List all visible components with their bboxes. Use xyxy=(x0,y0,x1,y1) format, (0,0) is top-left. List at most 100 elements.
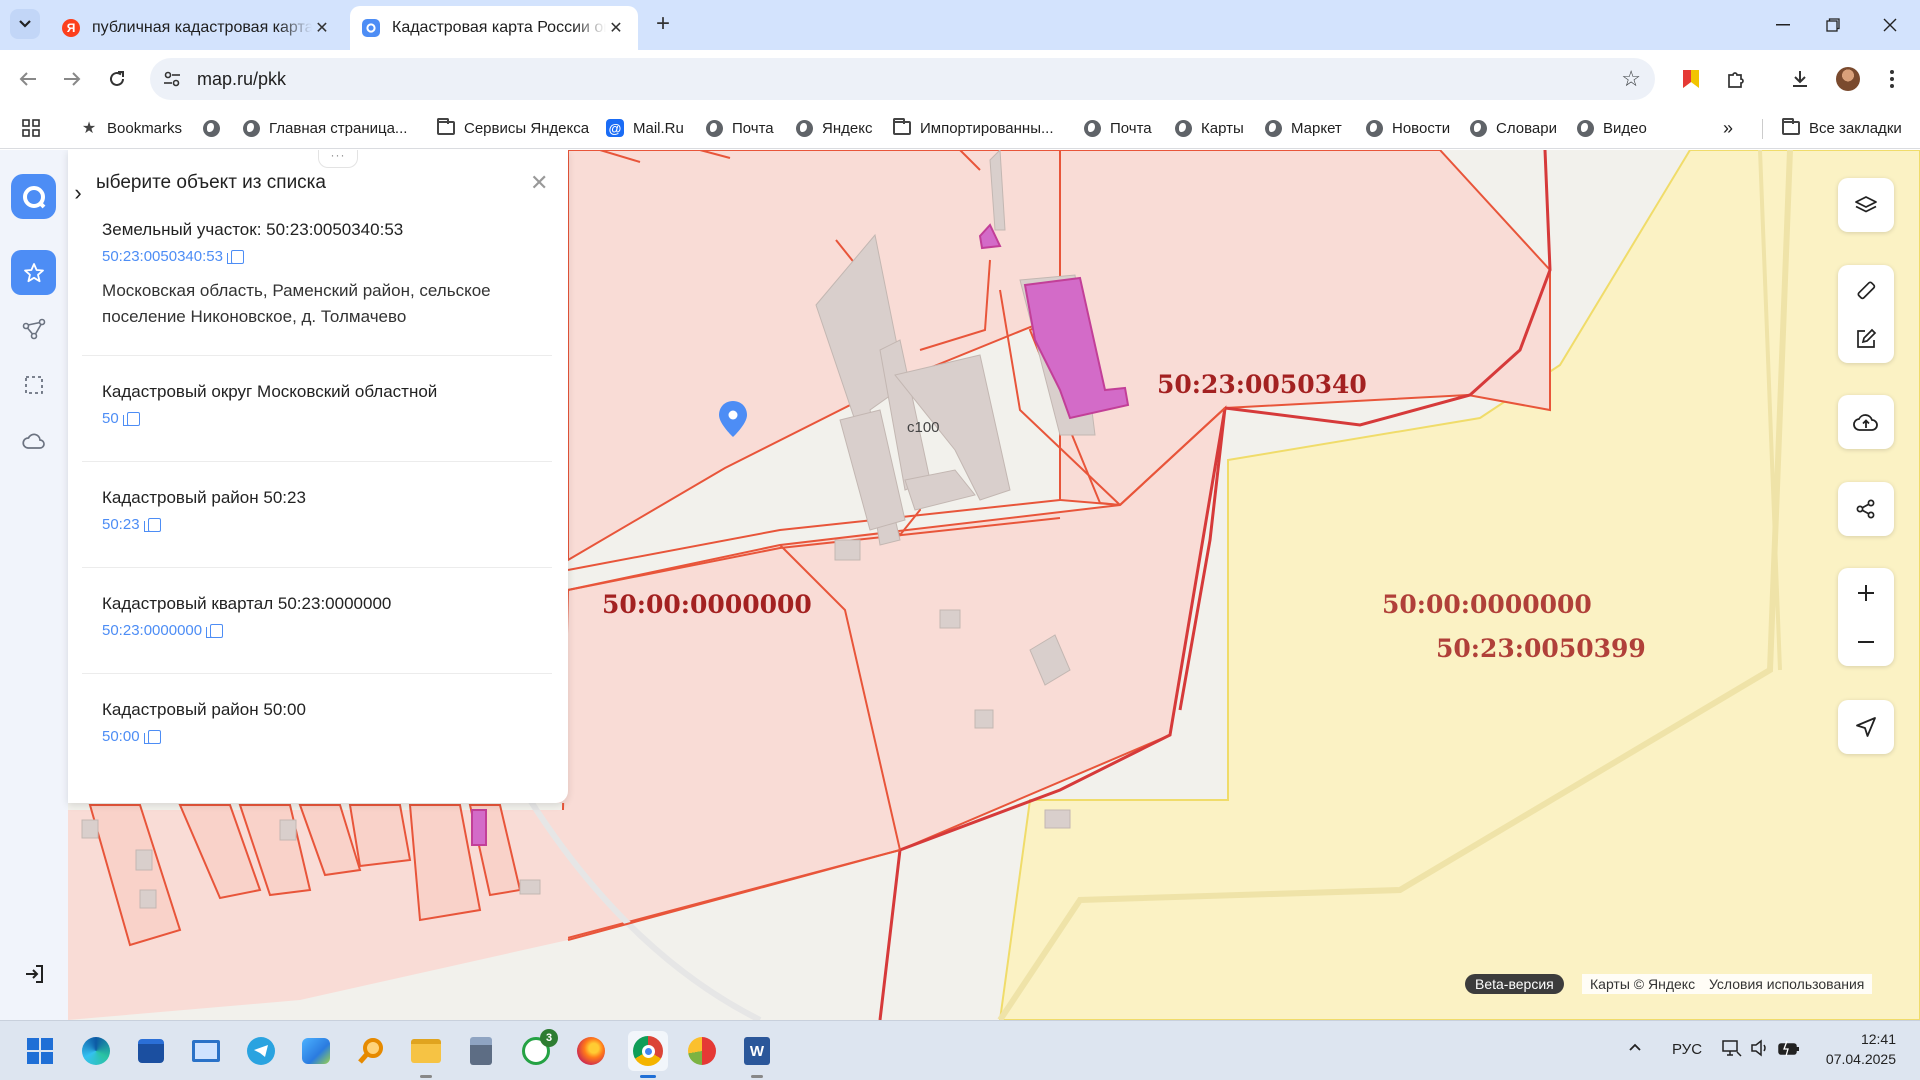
close-icon[interactable]: ✕ xyxy=(312,18,332,38)
zoom-out-button[interactable] xyxy=(1838,617,1894,666)
all-bookmarks-button[interactable]: Все закладки xyxy=(1782,116,1902,140)
tray-overflow-button[interactable] xyxy=(1628,1039,1642,1056)
upload-button[interactable] xyxy=(1838,395,1894,449)
system-clock[interactable]: 12:41 07.04.2025 xyxy=(1820,1029,1896,1069)
volume-icon[interactable] xyxy=(1750,1039,1770,1061)
photos-app[interactable] xyxy=(298,1033,334,1069)
store-icon xyxy=(138,1039,164,1063)
menu-button[interactable] xyxy=(1876,63,1908,95)
logout-button[interactable] xyxy=(18,958,50,990)
bookmark-item[interactable]: Главная страница... xyxy=(242,116,407,140)
bookmark-item[interactable]: Видео xyxy=(1576,116,1647,140)
back-button[interactable] xyxy=(12,63,44,95)
reload-button[interactable] xyxy=(101,63,133,95)
list-item[interactable]: Кадастровый квартал 50:23:0000000 50:23:… xyxy=(82,568,552,674)
app-logo[interactable] xyxy=(11,174,56,219)
bookmark-item[interactable]: Новости xyxy=(1365,116,1450,140)
route-tool-button[interactable] xyxy=(11,306,56,351)
bookmark-item[interactable]: Почта xyxy=(705,116,774,140)
share-button[interactable] xyxy=(1838,482,1894,536)
yandex-browser-app[interactable] xyxy=(684,1033,720,1069)
item-number-link[interactable]: 50:23 xyxy=(102,516,161,533)
tab-yandex-search[interactable]: Я публичная кадастровая карта ✕ xyxy=(50,6,344,50)
restore-button[interactable] xyxy=(1813,10,1853,40)
ruler-button[interactable] xyxy=(1838,265,1894,314)
item-number-link[interactable]: 50:23:0000000 xyxy=(102,622,224,639)
profile-button[interactable] xyxy=(1832,63,1864,95)
favorites-button[interactable] xyxy=(11,250,56,295)
bookmark-item[interactable]: Почта xyxy=(1083,116,1152,140)
copy-icon[interactable] xyxy=(122,411,140,426)
edge-icon xyxy=(82,1037,110,1065)
district-label: 50:00:0000000 xyxy=(1382,590,1592,619)
forward-button[interactable] xyxy=(56,63,88,95)
bookmark-item[interactable]: Яндекс xyxy=(795,116,872,140)
select-area-button[interactable] xyxy=(11,362,56,407)
word-app[interactable]: W xyxy=(739,1033,775,1078)
item-number-link[interactable]: 50:23:0050340:53 xyxy=(102,248,244,265)
edge-app[interactable] xyxy=(78,1033,114,1069)
layers-button[interactable] xyxy=(1838,178,1894,232)
bookmark-item[interactable]: Маркет xyxy=(1264,116,1342,140)
item-number[interactable]: 50:23:0000000 xyxy=(102,622,202,639)
language-indicator[interactable]: РУС xyxy=(1672,1041,1702,1058)
chrome-app[interactable] xyxy=(628,1031,668,1078)
file-explorer-app[interactable] xyxy=(408,1033,444,1078)
bookmark-star-icon[interactable]: ☆ xyxy=(1621,66,1641,92)
bookmark-item[interactable]: @ Mail.Ru xyxy=(606,116,684,140)
site-settings-icon[interactable] xyxy=(162,69,182,89)
cloud-button[interactable] xyxy=(11,418,56,463)
panel-drag-handle[interactable]: ··· xyxy=(318,150,358,168)
zoom-in-button[interactable] xyxy=(1838,568,1894,617)
minimize-button[interactable] xyxy=(1763,10,1803,40)
downloads-button[interactable] xyxy=(1784,63,1816,95)
bookmark-folder[interactable]: Импортированны... xyxy=(893,116,1054,140)
list-item[interactable]: Земельный участок: 50:23:0050340:53 50:2… xyxy=(82,208,552,356)
yandex-collections-button[interactable] xyxy=(1675,63,1707,95)
address-bar[interactable]: map.ru/pkk ☆ xyxy=(150,58,1655,100)
more-bookmarks-button[interactable]: » xyxy=(1723,116,1733,140)
telegram-app[interactable] xyxy=(243,1033,279,1069)
control-panel-app[interactable] xyxy=(188,1033,224,1069)
my-location-button[interactable] xyxy=(1838,700,1894,754)
item-number[interactable]: 50:23:0050340:53 xyxy=(102,248,223,265)
list-item[interactable]: Кадастровый район 50:00 50:00 xyxy=(82,674,552,780)
bookmark-item[interactable]: Карты xyxy=(1174,116,1244,140)
close-icon[interactable]: ✕ xyxy=(530,170,548,196)
chevron-right-icon[interactable]: › xyxy=(66,180,90,206)
firefox-app[interactable] xyxy=(573,1033,609,1069)
start-button[interactable] xyxy=(22,1033,58,1069)
copy-icon[interactable] xyxy=(143,517,161,532)
network-icon[interactable] xyxy=(1722,1039,1742,1061)
bookmark-item[interactable]: ★ Bookmarks xyxy=(80,116,182,140)
terms-link[interactable]: Условия использования xyxy=(1709,976,1864,992)
bookmark-label: Bookmarks xyxy=(107,119,183,137)
list-item[interactable]: Кадастровый район 50:23 50:23 xyxy=(82,462,552,568)
copy-icon[interactable] xyxy=(226,249,244,264)
whatsapp-app[interactable]: 3 xyxy=(518,1029,558,1069)
store-app[interactable] xyxy=(133,1033,169,1069)
search-app[interactable] xyxy=(353,1033,389,1069)
copy-icon[interactable] xyxy=(206,623,224,638)
item-number-link[interactable]: 50 xyxy=(102,410,140,427)
item-number[interactable]: 50:23 xyxy=(102,516,140,533)
bookmark-item[interactable]: Словари xyxy=(1469,116,1557,140)
tab-search-button[interactable] xyxy=(10,9,40,39)
item-number[interactable]: 50 xyxy=(102,410,119,427)
bookmark-item[interactable] xyxy=(202,116,229,140)
extensions-button[interactable] xyxy=(1720,63,1752,95)
bookmark-folder[interactable]: Сервисы Яндекса xyxy=(437,116,589,140)
tab-cadastral-map[interactable]: Кадастровая карта России онлайн ✕ xyxy=(350,6,638,50)
apps-button[interactable] xyxy=(22,116,40,140)
item-number-link[interactable]: 50:00 xyxy=(102,728,161,745)
new-tab-button[interactable]: + xyxy=(650,12,676,38)
battery-icon[interactable] xyxy=(1778,1039,1800,1061)
calculator-app[interactable] xyxy=(463,1033,499,1069)
url-text[interactable]: map.ru/pkk xyxy=(197,69,286,90)
close-window-button[interactable] xyxy=(1870,10,1910,40)
edit-button[interactable] xyxy=(1838,314,1894,363)
item-number[interactable]: 50:00 xyxy=(102,728,140,745)
copy-icon[interactable] xyxy=(143,729,161,744)
list-item[interactable]: Кадастровый округ Московский областной 5… xyxy=(82,356,552,462)
close-icon[interactable]: ✕ xyxy=(606,18,626,38)
